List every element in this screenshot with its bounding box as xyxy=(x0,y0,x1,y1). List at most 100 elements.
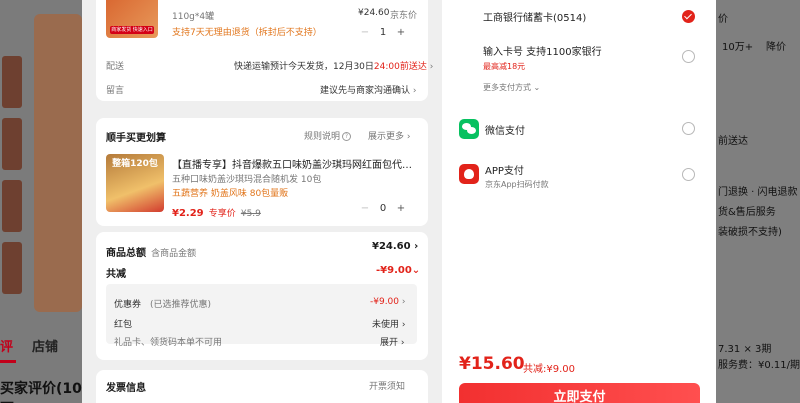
payment-option-bank-card[interactable]: 工商银行储蓄卡(0514) xyxy=(483,9,586,24)
bundle-item-image-tag: 整箱120包 xyxy=(112,159,158,169)
bg-text-installment: 7.31 × 3期 xyxy=(718,344,772,355)
bg-text-price-drop[interactable]: 降价 xyxy=(766,38,786,53)
giftcard-label: 礼品卡、领货码本单不可用 xyxy=(114,338,223,348)
coupon-label: 优惠券 xyxy=(114,300,142,310)
app-pay-label[interactable]: APP支付 xyxy=(485,162,524,177)
new-card-label: 输入卡号 支持1100家银行 xyxy=(483,47,602,58)
delivery-chevron-icon: › xyxy=(429,62,434,72)
product-price-label: 京东价 xyxy=(390,11,418,21)
payment-panel: 工商银行储蓄卡(0514) 输入卡号 支持1100家银行 最高减18元 更多支付… xyxy=(442,0,716,403)
buyer-reviews-heading: 买家评价(10万+ xyxy=(0,381,82,403)
pay-now-button[interactable]: 立即支付 xyxy=(459,383,700,403)
message-row[interactable]: 建议先与商家沟通确认 › xyxy=(320,83,417,96)
bundle-item-desc: 五种口味奶盖沙琪玛混合随机发 10包 xyxy=(172,175,322,185)
bg-text-damage: 装破损不支持) xyxy=(718,227,782,238)
bg-text-delivery: 前送达 xyxy=(718,136,748,147)
new-card-radio[interactable] xyxy=(682,50,695,63)
bank-card-label: 工商银行储蓄卡(0514) xyxy=(483,13,587,24)
discount-value: -¥9.00 xyxy=(376,265,412,276)
quantity-value[interactable]: 1 xyxy=(372,27,394,38)
quantity-minus-button[interactable]: − xyxy=(358,27,372,38)
bundle-card: 顺手买更划算 规则说明? 展示更多 › 整箱120包 【直播专享】抖音爆款五口味… xyxy=(96,118,428,226)
coupon-value: -¥9.00 xyxy=(370,297,400,307)
giftcard-row[interactable]: 展开 › xyxy=(380,335,405,348)
tab-reviews[interactable]: 评 xyxy=(0,336,13,355)
payment-saved: 共减:¥9.00 xyxy=(523,364,575,375)
tab-shop[interactable]: 店铺 xyxy=(32,336,58,355)
show-more-link[interactable]: 展示更多 › xyxy=(368,129,411,142)
main-product-image xyxy=(34,14,82,312)
bundle-minus-button[interactable]: − xyxy=(358,203,372,214)
total-sublabel: 含商品金额 xyxy=(151,249,197,259)
rules-label: 规则说明 xyxy=(304,132,341,142)
product-quantity-stepper[interactable]: − 1 + xyxy=(358,25,408,39)
discount-label: 共减 xyxy=(106,269,126,280)
bundle-plus-button[interactable]: + xyxy=(394,203,408,214)
product-price: ¥24.60 xyxy=(358,8,390,18)
coupon-note: (已选推荐优惠) xyxy=(150,300,212,310)
bundle-quantity-value[interactable]: 0 xyxy=(372,203,394,214)
bundle-item-image[interactable]: 整箱120包 xyxy=(106,154,164,212)
new-card-promo: 最高减18元 xyxy=(483,62,526,71)
wechat-pay-label[interactable]: 微信支付 xyxy=(485,122,525,137)
coupon-row[interactable]: -¥9.00 › xyxy=(370,297,406,307)
thumbnail-2[interactable] xyxy=(2,118,22,170)
redpack-label: 红包 xyxy=(114,320,133,330)
bundle-item-title[interactable]: 【直播专享】抖音爆款五口味奶盖沙琪玛网红面包代… xyxy=(172,156,412,171)
delivery-value: 快递运输预计今天发货，12月30日 xyxy=(234,62,374,72)
bank-card-radio[interactable] xyxy=(682,10,695,23)
redpack-row[interactable]: 未使用 › xyxy=(372,317,406,330)
wechat-pay-icon xyxy=(459,119,479,139)
invoice-card: 发票信息 开票须知 xyxy=(96,370,428,403)
tab-indicator xyxy=(0,360,16,363)
total-chevron-icon: › xyxy=(414,241,419,252)
bg-text-service: 货&售后服务 xyxy=(718,207,776,218)
rules-link[interactable]: 规则说明? xyxy=(304,129,352,142)
invoice-note-link[interactable]: 开票须知 xyxy=(369,379,405,392)
delivery-deadline: 24:00前送达 xyxy=(373,62,427,72)
message-chevron-icon: › xyxy=(412,86,417,96)
app-pay-radio[interactable] xyxy=(682,168,695,181)
order-panel: 商家发货 快速入口 110g*4罐 ¥24.60 京东价 支持7天无理由退货（拆… xyxy=(82,0,442,403)
discount-chevron-icon: ⌄ xyxy=(411,265,421,276)
bg-text-count: 10万+ xyxy=(722,42,754,53)
total-label: 商品总额 xyxy=(106,248,146,259)
more-payment-methods[interactable]: 更多支付方式 ⌄ xyxy=(483,82,540,93)
bundle-item-price: ¥2.29 xyxy=(172,208,204,219)
background-left-page: 评 店铺 买家评价(10万+ xyxy=(0,0,82,403)
bg-text-price: 价 xyxy=(718,14,728,25)
wechat-pay-radio[interactable] xyxy=(682,122,695,135)
show-more-chevron-icon: › xyxy=(406,132,411,142)
thumbnail-3[interactable] xyxy=(2,180,22,232)
more-methods-label: 更多支付方式 xyxy=(483,83,531,92)
jd-app-icon xyxy=(459,164,479,184)
product-card: 商家发货 快速入口 110g*4罐 ¥24.60 京东价 支持7天无理由退货（拆… xyxy=(96,0,433,101)
product-spec: 110g*4罐 xyxy=(172,12,215,22)
delivery-row[interactable]: 快递运输预计今天发货，12月30日24:00前送达 › xyxy=(234,59,433,72)
bundle-item-tags: 五蔬营养 奶盖风味 80包量贩 xyxy=(172,189,289,199)
discount-row[interactable]: -¥9.00⌄ xyxy=(376,265,420,276)
redpack-value: 未使用 xyxy=(372,320,400,330)
message-label: 留言 xyxy=(106,86,125,96)
background-right-page: 价 10万+ 降价 前送达 门退换 · 闪电退款 货&售后服务 装破损不支持) … xyxy=(716,0,800,403)
bundle-item-orig-price: ¥5.9 xyxy=(240,209,261,219)
show-more-label: 展示更多 xyxy=(368,132,405,142)
thumbnail-1[interactable] xyxy=(2,56,22,108)
quantity-plus-button[interactable]: + xyxy=(394,27,408,38)
bg-text-return: 门退换 · 闪电退款 xyxy=(718,187,798,198)
bundle-item-price-row: ¥2.29 专享价 ¥5.9 xyxy=(172,201,261,220)
total-label-row: 商品总额 含商品金额 xyxy=(106,241,196,260)
message-value: 建议先与商家沟通确认 xyxy=(320,86,411,96)
price-summary-card: 商品总额 含商品金额 ¥24.60 › 共减 -¥9.00⌄ 优惠券 (已选推荐… xyxy=(96,232,428,360)
bundle-title: 顺手买更划算 xyxy=(106,133,166,144)
total-row[interactable]: ¥24.60 › xyxy=(372,241,418,252)
redpack-chevron-icon: › xyxy=(401,320,406,330)
payment-option-new-card[interactable]: 输入卡号 支持1100家银行 xyxy=(483,43,602,58)
discount-details: 优惠券 (已选推荐优惠) -¥9.00 › 红包 未使用 › 礼品卡、领货码本单… xyxy=(106,284,417,348)
delivery-label: 配送 xyxy=(106,62,125,72)
help-icon: ? xyxy=(342,132,352,141)
bundle-quantity-stepper[interactable]: − 0 + xyxy=(358,201,408,215)
bundle-item-price-tag: 专享价 xyxy=(208,209,236,219)
thumbnail-4[interactable] xyxy=(2,242,22,294)
bg-text-fee: 服务费：¥0.11/期 xyxy=(718,360,800,371)
